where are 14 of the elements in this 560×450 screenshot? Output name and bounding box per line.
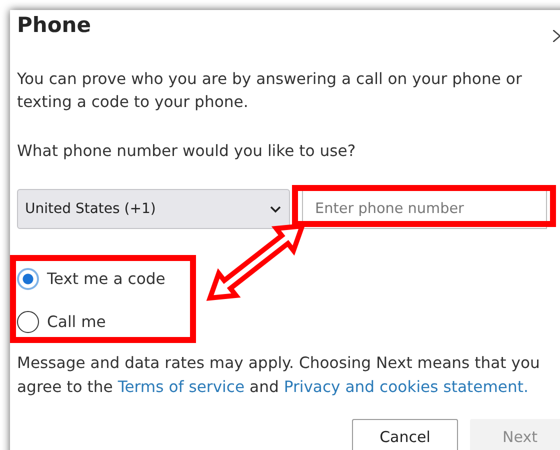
dialog-title: Phone (17, 12, 91, 39)
policy-link[interactable]: Privacy and cookies statement. (284, 378, 528, 396)
question-text: What phone number would you like to use? (17, 141, 357, 162)
radio-button[interactable] (17, 311, 39, 333)
chevron-down-icon (270, 206, 281, 212)
radio-label[interactable]: Call me (47, 313, 106, 331)
disclaimer-text: Message and data rates may apply. Choosing Next means that you agree to the Terms of service and Privacy and cookies statement. (17, 353, 541, 398)
intro-text: You can prove who you are by answering a call on your phone or texting a code to your phone. (17, 69, 523, 113)
policy-link[interactable]: Terms of service (118, 378, 245, 396)
country-select[interactable]: United States (+1) (17, 189, 290, 229)
radio-label[interactable]: Text me a code (47, 270, 166, 288)
cancel-button[interactable]: Cancel (352, 419, 458, 450)
close-icon[interactable] (553, 30, 560, 42)
radio-button[interactable] (17, 268, 39, 290)
